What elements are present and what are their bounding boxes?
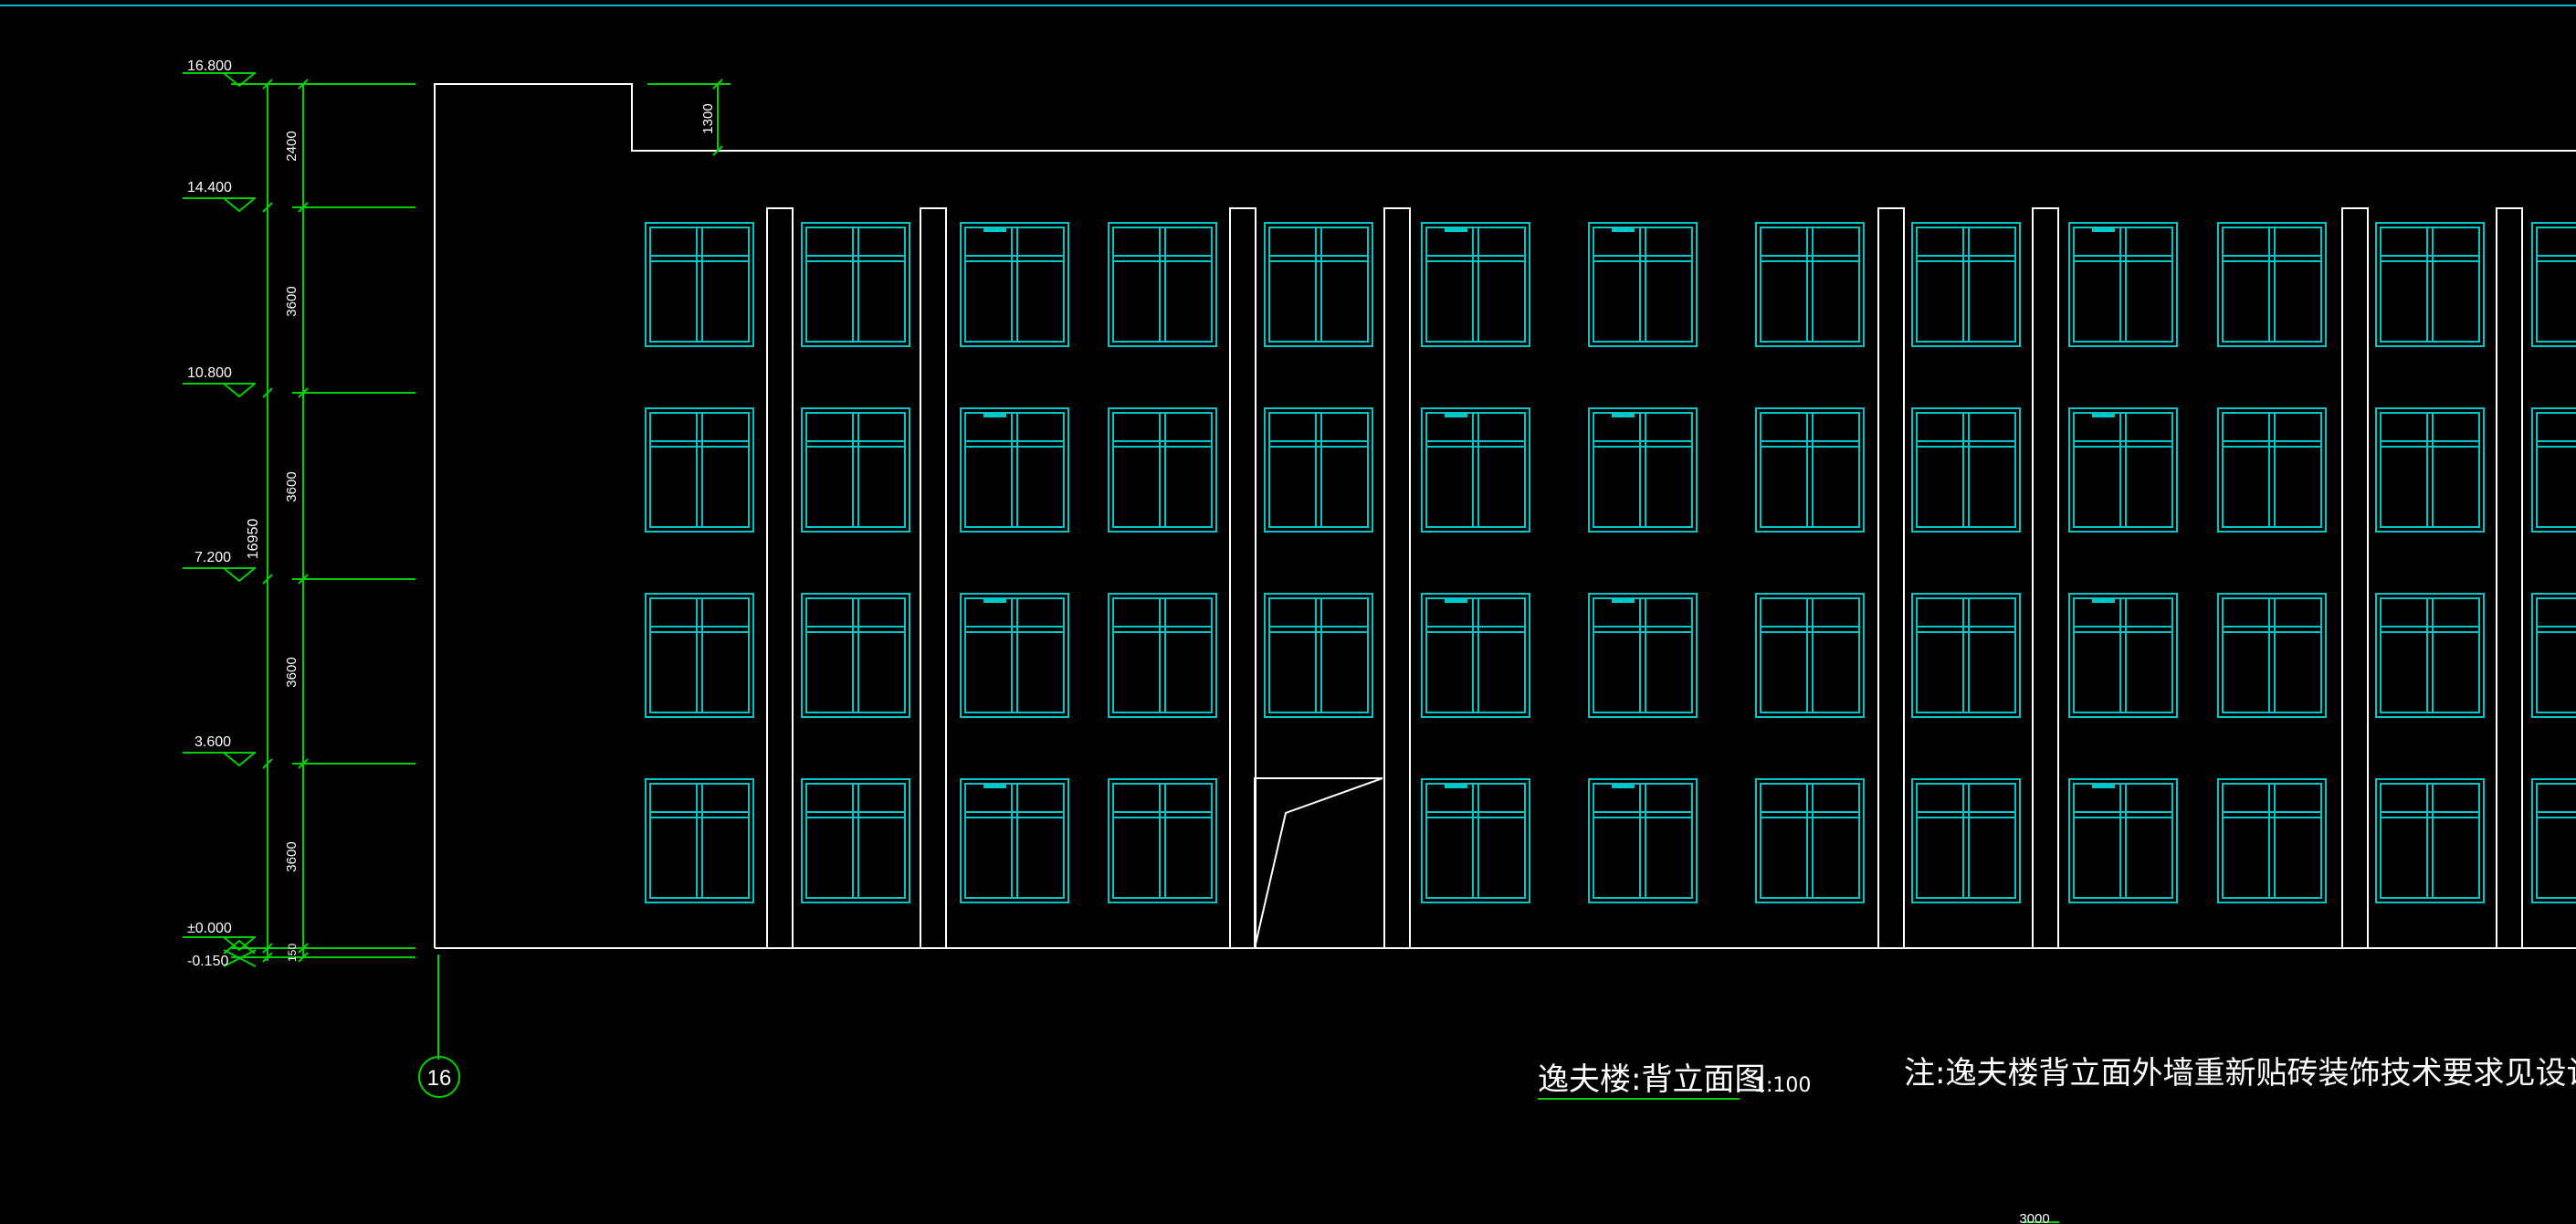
window xyxy=(645,222,754,347)
window xyxy=(1588,593,1698,718)
window xyxy=(645,407,754,533)
elevation-label: 14.400 xyxy=(187,180,232,195)
window xyxy=(1421,407,1530,533)
elevation-drawing: 16.800 14.400 10.800 7.200 3.600 ±0.000 -0.150… xyxy=(0,5,2576,1224)
dimension-lines xyxy=(231,83,2059,1223)
window xyxy=(1911,407,2021,533)
window xyxy=(2217,778,2327,903)
window xyxy=(801,778,910,903)
window xyxy=(2375,593,2485,718)
design-note: 注:逸夫楼背立面外墙重新贴砖装饰技术要求见设计说明。 xyxy=(1904,1055,2576,1092)
pier xyxy=(1877,207,1905,949)
window xyxy=(645,778,754,903)
bottom-dim-label: 3000 xyxy=(2019,1211,2049,1224)
window xyxy=(960,222,1069,347)
pier xyxy=(766,207,794,949)
floor-dimension-label: 3600 xyxy=(284,657,300,687)
window xyxy=(2217,593,2327,718)
doorway xyxy=(1254,777,1383,949)
window xyxy=(1755,778,1865,903)
axis-label: 16 xyxy=(427,1066,452,1091)
pier xyxy=(1383,207,1411,949)
pier xyxy=(920,207,947,949)
window xyxy=(1421,593,1530,718)
window xyxy=(1755,222,1865,347)
window xyxy=(1421,222,1530,347)
floor-dimension-label: 2400 xyxy=(284,131,300,161)
elevation-label: ±0.000 xyxy=(187,921,232,936)
parapet-dim-label: 1300 xyxy=(700,103,716,133)
pier xyxy=(2496,207,2523,949)
drawing-title: 逸夫楼:背立面图 xyxy=(1538,1061,1765,1098)
window xyxy=(1421,778,1530,903)
pier xyxy=(1383,207,1411,949)
window xyxy=(1911,222,2021,347)
pier xyxy=(1229,207,1256,949)
axis-bubble: 16 xyxy=(418,1056,460,1098)
pier xyxy=(2341,207,2369,949)
elevation-label: 10.800 xyxy=(187,365,232,381)
window xyxy=(2531,407,2576,533)
window xyxy=(1264,593,1373,718)
window xyxy=(1264,222,1373,347)
elevation-label: 3.600 xyxy=(195,734,231,750)
window xyxy=(1108,593,1217,718)
window xyxy=(1108,222,1217,347)
building-outline xyxy=(434,83,2576,949)
window xyxy=(2068,593,2178,718)
window xyxy=(2217,222,2327,347)
floor-dimension-label: 150 xyxy=(286,944,299,962)
elevation-label: 7.200 xyxy=(195,550,231,565)
window xyxy=(1588,778,1698,903)
window xyxy=(801,222,910,347)
window xyxy=(960,593,1069,718)
window xyxy=(801,593,910,718)
elevation-label: -0.150 xyxy=(187,954,228,969)
window xyxy=(1588,407,1698,533)
window xyxy=(1264,407,1373,533)
dim-ticks xyxy=(262,79,723,963)
window xyxy=(2375,222,2485,347)
window xyxy=(1755,407,1865,533)
floor-dimension-label: 3600 xyxy=(284,841,300,871)
window xyxy=(2531,593,2576,718)
floor-dimension-labels: 2400 3600 3600 3600 3600 150 xyxy=(284,131,300,962)
window xyxy=(960,778,1069,903)
window xyxy=(2375,407,2485,533)
window xyxy=(801,407,910,533)
window xyxy=(1108,407,1217,533)
drawing-scale: 1:100 xyxy=(1753,1074,1811,1097)
window xyxy=(2217,407,2327,533)
window xyxy=(645,593,754,718)
window xyxy=(960,407,1069,533)
window xyxy=(2531,222,2576,347)
level-marks xyxy=(183,72,257,967)
windows xyxy=(645,222,2576,903)
window xyxy=(1911,778,2021,903)
window xyxy=(2068,778,2178,903)
window xyxy=(1588,222,1698,347)
window xyxy=(1108,778,1217,903)
pier xyxy=(2032,207,2059,949)
elevation-label: 16.800 xyxy=(187,58,232,74)
elevation-labels: 16.800 14.400 10.800 7.200 3.600 ±0.000 -0.150 xyxy=(187,58,232,969)
floor-dimension-label: 3600 xyxy=(284,286,300,316)
window xyxy=(2068,222,2178,347)
window xyxy=(2068,407,2178,533)
window xyxy=(2375,778,2485,903)
floor-dimension-label: 3600 xyxy=(284,471,300,501)
window xyxy=(2531,778,2576,903)
window xyxy=(1911,593,2021,718)
window xyxy=(1755,593,1865,718)
total-height-label: 16950 xyxy=(246,519,261,560)
